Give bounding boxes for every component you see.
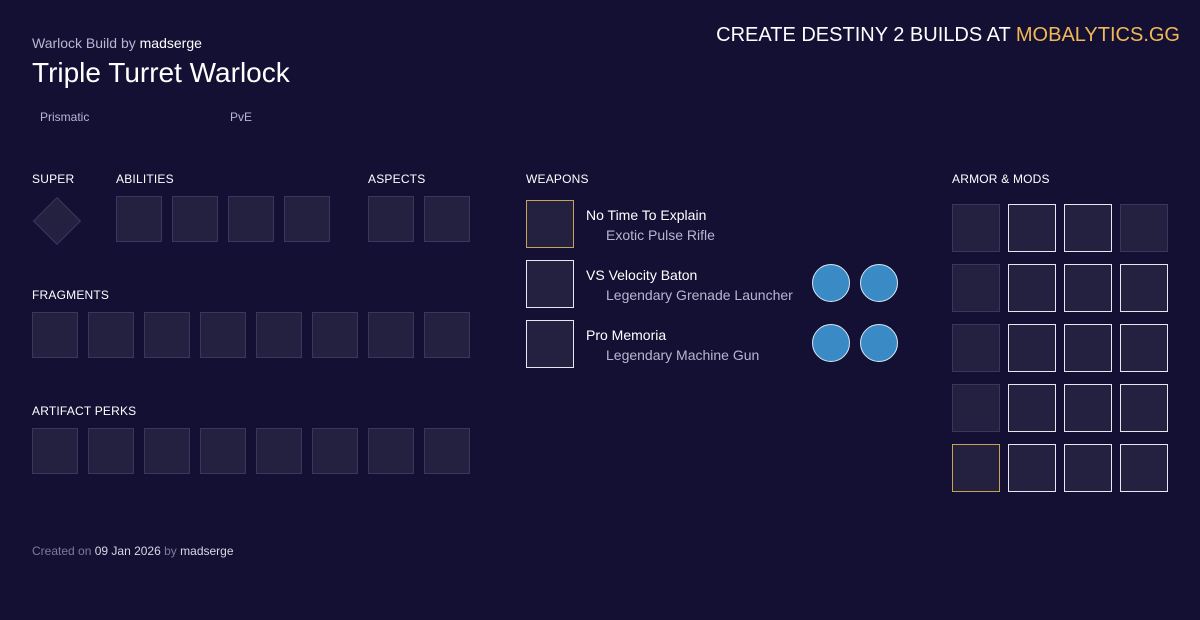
weapon-type: Exotic Pulse Rifle xyxy=(606,227,715,243)
weapon-name[interactable]: VS Velocity Baton xyxy=(586,267,697,283)
fragment-slot[interactable] xyxy=(88,312,134,358)
armor-mod-slot[interactable] xyxy=(1064,324,1112,372)
weapon-perk-icon[interactable] xyxy=(860,264,898,302)
page-title: Triple Turret Warlock xyxy=(32,57,290,88)
armor-slot[interactable] xyxy=(952,264,1000,312)
tag-activity: PvE xyxy=(230,110,253,124)
section-label-fragments: FRAGMENTS xyxy=(32,288,110,302)
armor-mod-slot[interactable] xyxy=(1008,264,1056,312)
armor-mod-slot[interactable] xyxy=(1064,204,1112,252)
armor-slot-exotic[interactable] xyxy=(952,444,1000,492)
armor-mod-slot[interactable] xyxy=(1120,204,1168,252)
armor-slot[interactable] xyxy=(952,384,1000,432)
ability-slot[interactable] xyxy=(116,196,162,242)
weapon-name[interactable]: No Time To Explain xyxy=(586,207,706,223)
weapon-icon[interactable] xyxy=(526,260,574,308)
footer-created: Created on 09 Jan 2026 by madserge xyxy=(32,544,234,558)
armor-slot[interactable] xyxy=(952,204,1000,252)
weapon-icon[interactable] xyxy=(526,320,574,368)
artifact-perk-slot[interactable] xyxy=(144,428,190,474)
aspect-slot[interactable] xyxy=(424,196,470,242)
artifact-perk-slot[interactable] xyxy=(200,428,246,474)
tag-subclass: Prismatic xyxy=(40,110,90,124)
weapon-perk-icon[interactable] xyxy=(812,264,850,302)
fragment-slot[interactable] xyxy=(424,312,470,358)
armor-mod-slot[interactable] xyxy=(1064,444,1112,492)
armor-mod-slot[interactable] xyxy=(1008,444,1056,492)
section-label-artifact-perks: ARTIFACT PERKS xyxy=(32,404,137,418)
promo-banner[interactable]: CREATE DESTINY 2 BUILDS AT MOBALYTICS.GG xyxy=(716,24,1180,47)
footer-by: by xyxy=(164,544,177,558)
armor-mod-slot[interactable] xyxy=(1120,264,1168,312)
weapon-type: Legendary Machine Gun xyxy=(606,347,760,363)
ability-slot[interactable] xyxy=(172,196,218,242)
footer-created-on: Created on xyxy=(32,544,92,558)
aspect-slot[interactable] xyxy=(368,196,414,242)
armor-mod-slot[interactable] xyxy=(1064,384,1112,432)
ability-slot[interactable] xyxy=(228,196,274,242)
section-label-super: SUPER xyxy=(32,172,75,186)
weapon-icon-exotic[interactable] xyxy=(526,200,574,248)
fragment-slot[interactable] xyxy=(312,312,358,358)
armor-mod-slot[interactable] xyxy=(1008,324,1056,372)
ability-slot[interactable] xyxy=(284,196,330,242)
artifact-perk-slot[interactable] xyxy=(32,428,78,474)
weapon-perk-icon[interactable] xyxy=(860,324,898,362)
armor-slot[interactable] xyxy=(952,324,1000,372)
fragment-slot[interactable] xyxy=(200,312,246,358)
build-byline: Warlock Build by madserge xyxy=(32,35,202,51)
armor-mod-slot[interactable] xyxy=(1120,384,1168,432)
section-label-aspects: ASPECTS xyxy=(368,172,426,186)
fragment-slot[interactable] xyxy=(32,312,78,358)
section-label-weapons: WEAPONS xyxy=(526,172,589,186)
section-label-abilities: ABILITIES xyxy=(116,172,174,186)
promo-brand[interactable]: MOBALYTICS.GG xyxy=(1016,24,1180,46)
artifact-perk-slot[interactable] xyxy=(256,428,302,474)
fragment-slot[interactable] xyxy=(144,312,190,358)
section-label-armor-mods: ARMOR & MODS xyxy=(952,172,1050,186)
armor-mod-slot[interactable] xyxy=(1120,444,1168,492)
artifact-perk-slot[interactable] xyxy=(88,428,134,474)
fragment-slot[interactable] xyxy=(256,312,302,358)
super-slot[interactable] xyxy=(32,196,82,246)
footer-author[interactable]: madserge xyxy=(180,544,233,558)
artifact-perk-slot[interactable] xyxy=(368,428,414,474)
artifact-perk-slot[interactable] xyxy=(312,428,358,474)
footer-date: 09 Jan 2026 xyxy=(94,544,161,558)
artifact-perk-slot[interactable] xyxy=(424,428,470,474)
byline-author[interactable]: madserge xyxy=(140,35,202,51)
armor-mod-slot[interactable] xyxy=(1120,324,1168,372)
weapon-perk-icon[interactable] xyxy=(812,324,850,362)
armor-mod-slot[interactable] xyxy=(1008,204,1056,252)
fragment-slot[interactable] xyxy=(368,312,414,358)
build-prefix: Warlock Build by xyxy=(32,35,136,51)
weapon-name[interactable]: Pro Memoria xyxy=(586,327,666,343)
armor-mod-slot[interactable] xyxy=(1008,384,1056,432)
armor-mod-slot[interactable] xyxy=(1064,264,1112,312)
weapon-type: Legendary Grenade Launcher xyxy=(606,287,793,303)
promo-prefix: CREATE DESTINY 2 BUILDS AT xyxy=(716,24,1011,46)
